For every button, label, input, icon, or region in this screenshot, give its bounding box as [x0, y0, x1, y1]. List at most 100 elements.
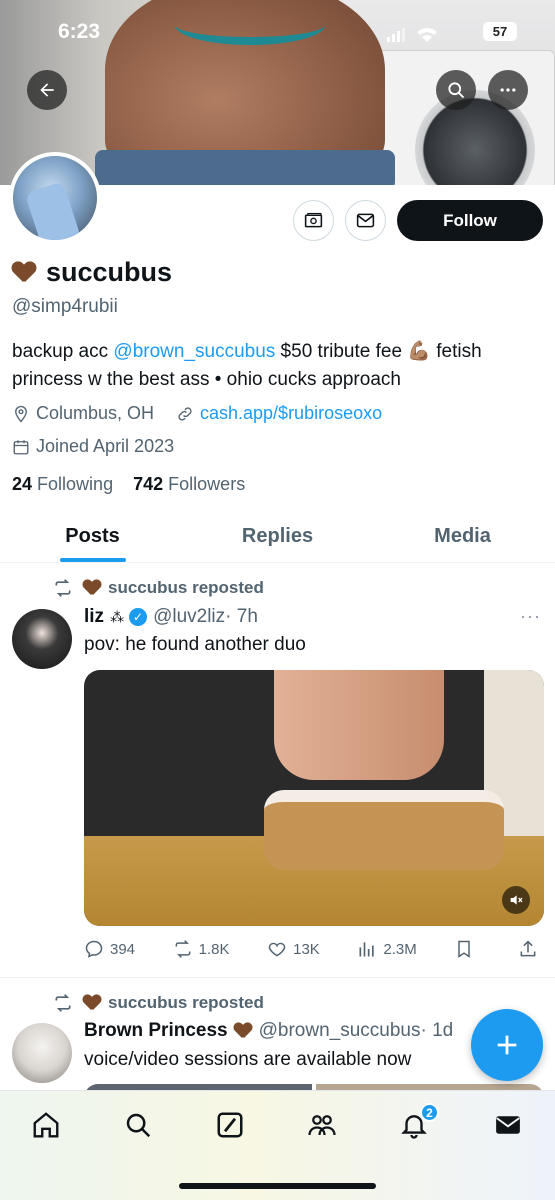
post-author-avatar[interactable] — [12, 1023, 72, 1083]
tab-posts[interactable]: Posts — [0, 510, 185, 562]
money-icon — [304, 212, 323, 228]
more-horizontal-icon — [500, 88, 516, 92]
header-search-button[interactable] — [436, 70, 476, 110]
header-more-button[interactable] — [488, 70, 528, 110]
bookmark-icon — [458, 940, 471, 958]
post-text: voice/video sessions are available now — [84, 1049, 412, 1070]
followers-count: 742 — [133, 474, 164, 494]
home-icon — [33, 1112, 59, 1138]
followers-link[interactable]: 742 Followers — [133, 474, 245, 494]
post-more-icon[interactable]: ··· — [520, 606, 541, 627]
post-time: · 1d — [420, 1020, 454, 1041]
repost-action[interactable]: 1.8K — [173, 939, 230, 959]
author-suffix-symbol: ⁂ — [110, 608, 125, 625]
bookmark-action[interactable] — [454, 939, 480, 959]
following-label: Following — [37, 474, 114, 494]
nav-messages[interactable] — [490, 1107, 526, 1143]
profile-handle: @simp4rubii — [12, 296, 118, 317]
repost-icon — [55, 579, 71, 597]
bio-mention-link[interactable]: @brown_succubus — [113, 341, 275, 362]
bar-chart-icon — [359, 942, 375, 957]
following-link[interactable]: 24 Following — [12, 474, 113, 494]
tab-replies[interactable]: Replies — [185, 510, 370, 562]
post-author-handle: @brown_succubus — [258, 1020, 421, 1041]
back-button[interactable] — [27, 70, 67, 110]
nav-home[interactable] — [28, 1107, 64, 1143]
plus-icon — [497, 1035, 517, 1055]
nav-grok[interactable] — [212, 1107, 248, 1143]
view-count: 2.3M — [383, 940, 417, 958]
message-button[interactable] — [345, 200, 386, 241]
repost-icon — [55, 994, 71, 1012]
repost-icon — [175, 940, 191, 958]
post-header: Brown Princess @brown_succubus · 1d — [84, 1020, 464, 1042]
repost-label: succubus reposted — [108, 578, 264, 597]
battery-indicator: 57 — [483, 22, 517, 41]
brown-heart-icon — [83, 995, 101, 1012]
avatar-photo-detail — [24, 181, 82, 240]
profile-name: succubus — [12, 257, 172, 288]
video-shoe — [264, 790, 504, 870]
profile-name-text: succubus — [46, 257, 173, 287]
brown-heart-icon — [83, 580, 101, 597]
home-indicator — [179, 1183, 376, 1189]
brown-heart-icon — [12, 262, 36, 284]
signal-wifi-icons — [387, 26, 445, 47]
nav-explore[interactable] — [120, 1107, 156, 1143]
profile-tabs: Posts Replies Media — [0, 510, 555, 563]
repost-label: succubus reposted — [108, 993, 264, 1012]
tab-media[interactable]: Media — [370, 510, 555, 562]
cellular-signal-icon — [387, 28, 437, 42]
post-video[interactable] — [84, 670, 544, 926]
notifications-badge: 2 — [420, 1103, 439, 1122]
follow-button[interactable]: Follow — [397, 200, 543, 241]
post-header: liz ⁂ ✓ @luv2liz · 7h — [84, 606, 258, 628]
status-time: 6:23 — [58, 20, 101, 43]
follow-stats: 24 Following 742 Followers — [12, 474, 245, 495]
post-author-handle: @luv2liz — [153, 606, 226, 627]
search-icon — [448, 82, 465, 99]
speaker-muted-icon — [510, 895, 523, 905]
envelope-filled-icon — [496, 1116, 520, 1134]
post-divider — [0, 977, 555, 978]
grok-icon — [217, 1112, 243, 1138]
calendar-icon — [13, 439, 29, 454]
post-author-avatar[interactable] — [12, 609, 72, 669]
profile-website[interactable]: cash.app/$rubiroseoxo — [176, 403, 382, 424]
reply-action[interactable]: 394 — [84, 939, 135, 959]
repost-count: 1.8K — [198, 940, 230, 958]
like-action[interactable]: 13K — [267, 939, 320, 959]
subscribe-button[interactable] — [293, 200, 334, 241]
joined-text: Joined April 2023 — [36, 436, 175, 456]
search-icon — [126, 1113, 151, 1138]
following-count: 24 — [12, 474, 33, 494]
like-count: 13K — [293, 940, 320, 958]
heart-outline-icon — [268, 942, 286, 957]
profile-avatar[interactable] — [9, 152, 101, 244]
post-author-name[interactable]: Brown Princess — [84, 1020, 228, 1042]
nav-communities[interactable] — [304, 1107, 340, 1143]
reply-count: 394 — [110, 940, 136, 958]
verified-badge-icon: ✓ — [129, 608, 148, 626]
bio-text-start: backup acc — [12, 341, 114, 362]
share-action[interactable] — [518, 939, 544, 959]
location-pin-icon — [15, 405, 27, 423]
communities-icon — [308, 1115, 336, 1136]
profile-joined: Joined April 2023 — [12, 436, 174, 457]
compose-post-button[interactable] — [471, 1009, 543, 1081]
status-bar: 6:23 57 — [0, 0, 555, 60]
post-author-name[interactable]: liz — [84, 606, 104, 628]
repost-indicator: succubus reposted — [53, 578, 264, 598]
post-time: · 7h — [225, 606, 258, 627]
mute-button[interactable] — [502, 886, 530, 914]
link-icon — [178, 406, 192, 421]
video-legs — [274, 670, 444, 780]
repost-indicator: succubus reposted — [53, 993, 264, 1013]
views-action[interactable]: 2.3M — [357, 939, 417, 959]
profile-location: Columbus, OH — [12, 403, 154, 424]
location-text: Columbus, OH — [36, 403, 155, 423]
share-icon — [520, 940, 536, 957]
post-text: pov: he found another duo — [84, 634, 306, 655]
website-link[interactable]: cash.app/$rubiroseoxo — [200, 403, 382, 424]
brown-heart-icon — [234, 1023, 252, 1040]
